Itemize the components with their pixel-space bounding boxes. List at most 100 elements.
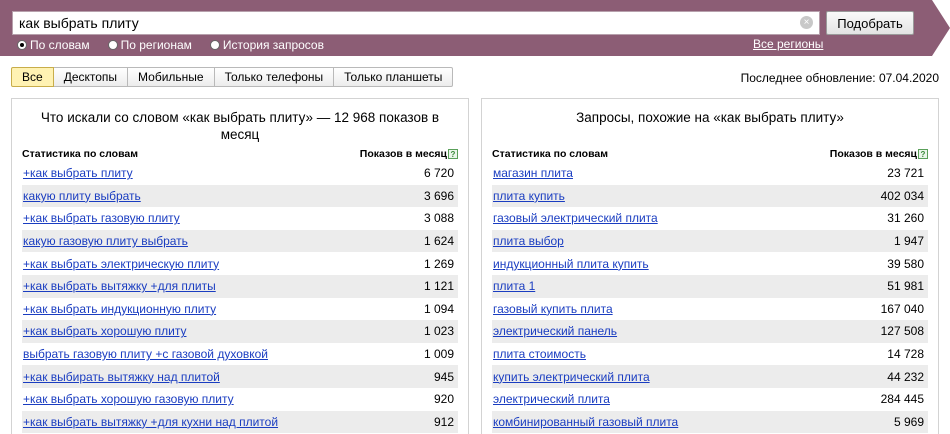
table-row: комбинированный газовый плита 5 969 <box>492 410 928 434</box>
search-mode-group: По словам По регионам История запросов <box>17 38 342 52</box>
table-row: электрический панель 127 508 <box>492 320 928 343</box>
impressions-count: 402 034 <box>880 188 924 203</box>
query-link[interactable]: комбинированный газовый плита <box>493 415 678 429</box>
word-stats-table: +как выбрать плиту 6 720 какую плиту выбра… <box>22 162 458 434</box>
last-update-text: Последнее обновление: 07.04.2020 <box>740 71 939 85</box>
impressions-count: 945 <box>433 369 454 384</box>
query-link[interactable]: +как выбрать вытяжку +для кухни над плит… <box>23 415 278 429</box>
query-link[interactable]: электрический плита <box>493 392 610 406</box>
impressions-count: 1 094 <box>423 301 454 316</box>
search-box: × <box>12 11 820 35</box>
query-link[interactable]: +как выбрать вытяжку +для плиты <box>23 279 216 293</box>
query-link[interactable]: электрический панель <box>493 324 617 338</box>
help-icon[interactable]: ? <box>918 149 928 159</box>
table-row: магазин плита 23 721 <box>492 162 928 185</box>
impressions-count: 1 009 <box>423 347 454 362</box>
device-tabs: Все Десктопы Мобильные Только телефоны Т… <box>11 67 454 87</box>
table-row: +как выбрать газовую плиту 3 088 <box>22 207 458 230</box>
table-row: плита купить 402 034 <box>492 184 928 208</box>
mode-label: По словам <box>30 38 90 52</box>
impressions-count: 3 088 <box>423 211 454 226</box>
all-regions-link[interactable]: Все регионы <box>753 37 823 51</box>
impressions-count: 31 260 <box>887 211 924 226</box>
query-link[interactable]: какую плиту выбрать <box>23 189 141 203</box>
radio-by-regions[interactable] <box>107 40 118 50</box>
table-row: +как выбрать плиту 6 720 <box>22 162 458 185</box>
submit-button[interactable]: Подобрать <box>826 11 914 35</box>
mode-label: История запросов <box>222 38 324 52</box>
radio-history[interactable] <box>209 40 220 50</box>
table-row: какую плиту выбрать 3 696 <box>22 184 458 208</box>
query-link[interactable]: +как выбрать электрическую плиту <box>23 257 219 271</box>
query-link[interactable]: газовый электрический плита <box>493 211 658 225</box>
query-link[interactable]: плита стоимость <box>493 347 586 361</box>
impressions-count: 5 969 <box>893 414 924 429</box>
table-row: газовый электрический плита 31 260 <box>492 207 928 230</box>
impressions-count: 6 720 <box>423 166 454 181</box>
query-link[interactable]: выбрать газовую плиту +с газовой духовко… <box>23 347 268 361</box>
search-input[interactable] <box>13 12 793 34</box>
tab-phones-only[interactable]: Только телефоны <box>214 67 335 87</box>
table-row: плита 1 51 981 <box>492 274 928 298</box>
table-row: +как выбрать электрическую плиту 1 269 <box>22 252 458 275</box>
query-link[interactable]: +как выбирать вытяжку над плитой <box>23 370 220 384</box>
word-stats-panel: Что искали со словом «как выбрать плиту»… <box>11 98 469 434</box>
mode-by-words[interactable]: По словам <box>17 38 90 52</box>
impressions-count: 167 040 <box>880 301 924 316</box>
impressions-count: 23 721 <box>887 166 924 181</box>
similar-queries-table: магазин плита 23 721 плита купить 402 034 га… <box>492 162 928 434</box>
impressions-count: 44 232 <box>887 369 924 384</box>
table-row: купить электрический плита 44 232 <box>492 365 928 388</box>
impressions-count: 51 981 <box>887 279 924 294</box>
tab-all[interactable]: Все <box>11 67 54 87</box>
panel-title: Что искали со словом «как выбрать плиту»… <box>40 110 440 142</box>
table-row: +как выбрать хорошую газовую плиту 920 <box>22 388 458 411</box>
query-link[interactable]: плита купить <box>493 189 565 203</box>
radio-by-words[interactable] <box>17 40 27 50</box>
impressions-count: 284 445 <box>880 392 924 407</box>
impressions-count: 1 947 <box>893 234 924 249</box>
impressions-count: 127 508 <box>880 324 924 339</box>
mode-label: По регионам <box>120 38 192 52</box>
column-header-count-label: Показов в месяц <box>829 148 917 160</box>
query-link[interactable]: индукционный плита купить <box>493 257 649 271</box>
impressions-count: 1 121 <box>423 279 454 294</box>
column-header-count-label: Показов в месяц <box>359 148 447 160</box>
column-header-count: Показов в месяц? <box>360 148 458 160</box>
query-link[interactable]: плита выбор <box>493 234 564 248</box>
table-row: +как выбрать индукционную плиту 1 094 <box>22 298 458 321</box>
clear-icon[interactable]: × <box>800 16 813 29</box>
tab-desktops[interactable]: Десктопы <box>53 67 129 87</box>
table-row: +как выбрать вытяжку +для кухни над плит… <box>22 410 458 434</box>
impressions-count: 1 269 <box>423 256 454 271</box>
query-link[interactable]: +как выбрать индукционную плиту <box>23 302 216 316</box>
query-link[interactable]: купить электрический плита <box>493 370 650 384</box>
table-row: электрический плита 284 445 <box>492 388 928 411</box>
query-link[interactable]: какую газовую плиту выбрать <box>23 234 188 248</box>
query-link[interactable]: плита 1 <box>493 279 535 293</box>
query-link[interactable]: +как выбрать плиту <box>23 166 133 180</box>
panel-title: Запросы, похожие на «как выбрать плиту» <box>576 110 844 125</box>
help-icon[interactable]: ? <box>448 149 458 159</box>
column-header-phrase: Статистика по словам <box>492 148 608 160</box>
impressions-count: 1 023 <box>423 324 454 339</box>
query-link[interactable]: +как выбрать газовую плиту <box>23 211 180 225</box>
table-row: индукционный плита купить 39 580 <box>492 252 928 275</box>
query-link[interactable]: магазин плита <box>493 166 573 180</box>
impressions-count: 1 624 <box>423 234 454 249</box>
table-row: плита выбор 1 947 <box>492 229 928 253</box>
impressions-count: 14 728 <box>887 347 924 362</box>
mode-by-regions[interactable]: По регионам <box>107 38 192 52</box>
query-link[interactable]: +как выбрать хорошую плиту <box>23 324 187 338</box>
tab-mobile[interactable]: Мобильные <box>128 67 215 87</box>
query-link[interactable]: газовый купить плита <box>493 302 613 316</box>
table-row: какую газовую плиту выбрать 1 624 <box>22 229 458 253</box>
query-link[interactable]: +как выбрать хорошую газовую плиту <box>23 392 234 406</box>
column-header-phrase: Статистика по словам <box>22 148 138 160</box>
table-row: +как выбрать хорошую плиту 1 023 <box>22 320 458 343</box>
table-row: плита стоимость 14 728 <box>492 343 928 366</box>
table-row: +как выбирать вытяжку над плитой 945 <box>22 365 458 388</box>
tab-tablets-only[interactable]: Только планшеты <box>334 67 454 87</box>
mode-history[interactable]: История запросов <box>209 38 324 52</box>
impressions-count: 3 696 <box>423 188 454 203</box>
